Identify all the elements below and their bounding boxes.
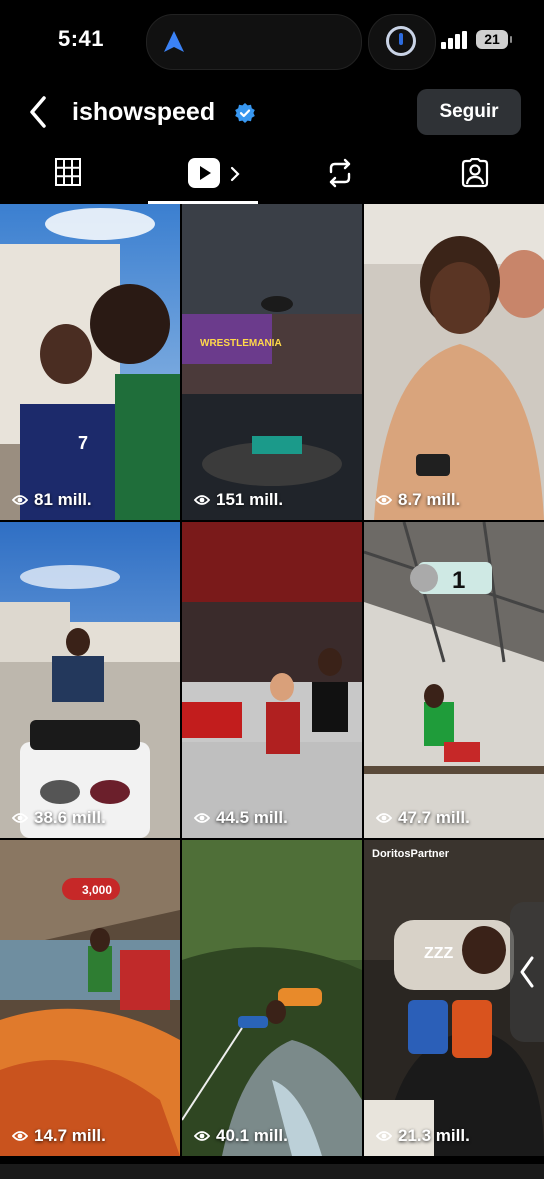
eye-icon [12, 813, 28, 823]
thumbnail-image: 7 [0, 204, 180, 520]
side-panel-handle[interactable] [510, 902, 544, 1042]
view-count-label: 21.3 mill. [398, 1126, 470, 1145]
battery-indicator: 21 [476, 30, 512, 49]
eye-icon [376, 1131, 392, 1141]
status-time: 5:41 [58, 26, 105, 51]
counter-badge: 3,000 [82, 883, 112, 897]
chevron-right-icon [230, 166, 240, 182]
back-chevron-icon[interactable] [24, 92, 54, 132]
tab-reels[interactable] [148, 146, 258, 204]
view-count-label: 8.7 mill. [398, 490, 461, 509]
reel-thumbnail[interactable]: WRESTLEMANIA 151 mill. [182, 204, 362, 520]
view-count: 8.7 mill. [376, 490, 460, 510]
view-count: 81 mill. [12, 490, 92, 510]
tagged-person-icon [461, 158, 489, 188]
eye-icon [376, 495, 392, 505]
eye-icon [194, 1131, 210, 1141]
view-count: 151 mill. [194, 490, 283, 510]
dynamic-island [146, 14, 362, 70]
tab-grid[interactable] [12, 146, 122, 204]
view-count: 44.5 mill. [194, 808, 288, 828]
reel-thumbnail[interactable]: 40.1 mill. [182, 840, 362, 1156]
tab-tagged[interactable] [420, 146, 530, 204]
view-count-label: 38.6 mill. [34, 808, 106, 827]
paid-partnership-label: DoritosPartner [372, 848, 450, 860]
wrestlemania-sign: WRESTLEMANIA [200, 338, 282, 349]
thumbnail-image [182, 840, 362, 1156]
verified-badge-icon [235, 103, 255, 123]
live-activity-icon[interactable] [368, 14, 436, 70]
eye-icon [376, 813, 392, 823]
reel-thumbnail[interactable]: 44.5 mill. [182, 522, 362, 838]
view-count: 14.7 mill. [12, 1126, 106, 1146]
reel-thumbnail[interactable]: 7 81 mill. [0, 204, 180, 520]
view-count-label: 40.1 mill. [216, 1126, 288, 1145]
thumbnail-image [364, 204, 544, 520]
view-count: 21.3 mill. [376, 1126, 470, 1146]
tab-reposts[interactable] [284, 146, 394, 204]
view-count: 47.7 mill. [376, 808, 470, 828]
view-count-label: 81 mill. [34, 490, 92, 509]
view-count-label: 151 mill. [216, 490, 284, 509]
eye-icon [12, 1131, 28, 1141]
location-arrow-icon [164, 31, 184, 52]
profile-username: ishowspeed [72, 98, 216, 126]
status-bar: 5:41 21 [0, 0, 544, 82]
thumbnail-image: 1 [364, 522, 544, 838]
reels-icon [188, 158, 220, 188]
thumbnail-image [182, 522, 362, 838]
thumbnail-image [0, 522, 180, 838]
counter-badge: 1 [452, 567, 465, 594]
eye-icon [12, 495, 28, 505]
view-count-label: 47.7 mill. [398, 808, 470, 827]
reel-thumbnail[interactable]: 1 47.7 mill. [364, 522, 544, 838]
svg-text:7: 7 [78, 433, 88, 453]
chevron-left-icon [520, 956, 534, 988]
view-count: 40.1 mill. [194, 1126, 288, 1146]
reel-thumbnail[interactable]: 3,000 14.7 mill. [0, 840, 180, 1156]
reel-thumbnail[interactable]: 38.6 mill. [0, 522, 180, 838]
eye-icon [194, 813, 210, 823]
profile-header: ishowspeed Seguir [0, 82, 544, 144]
eye-icon [194, 495, 210, 505]
signal-icon [441, 31, 467, 49]
profile-tabs [0, 146, 544, 204]
reel-thumbnail[interactable]: 8.7 mill. [364, 204, 544, 520]
thumbnail-image: 3,000 [0, 840, 180, 1156]
view-count: 38.6 mill. [12, 808, 106, 828]
follow-button[interactable]: Seguir [417, 89, 521, 135]
view-count-label: 44.5 mill. [216, 808, 288, 827]
sleep-zzz-text: ZZZ [424, 945, 454, 962]
next-row-preview [0, 1164, 544, 1179]
thumbnail-image: WRESTLEMANIA [182, 204, 362, 520]
repost-icon [329, 158, 351, 188]
view-count-label: 14.7 mill. [34, 1126, 106, 1145]
grid-icon [55, 158, 81, 186]
